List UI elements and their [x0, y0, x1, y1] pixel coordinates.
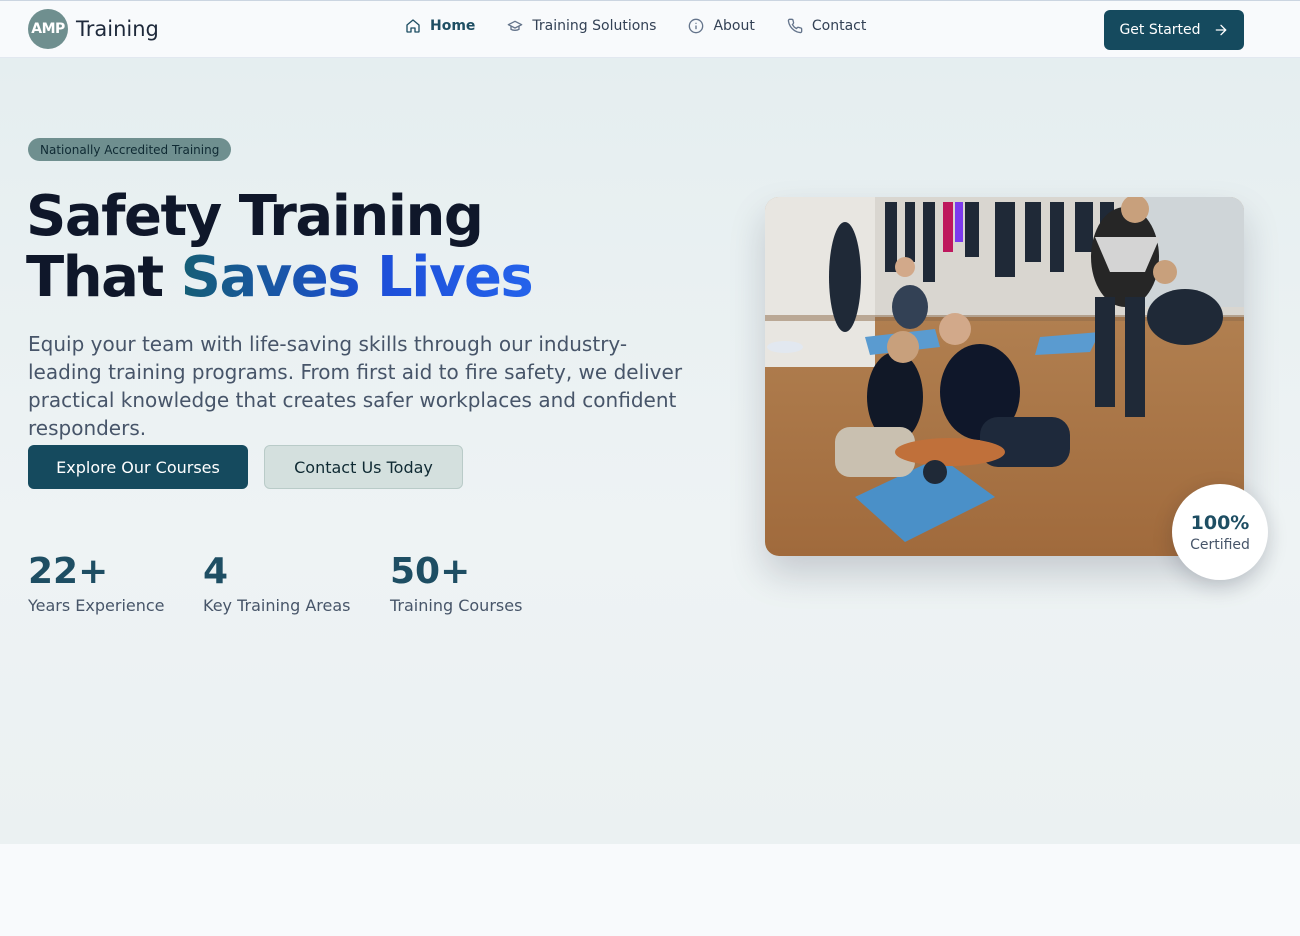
logo[interactable]: AMP Training	[28, 9, 159, 49]
nav-home-label: Home	[430, 18, 476, 34]
accreditation-badge: Nationally Accredited Training	[28, 138, 232, 161]
headline-highlight: Saves Lives	[180, 245, 534, 310]
logo-text: Training	[76, 17, 159, 41]
headline-line-2-prefix: That	[26, 245, 181, 310]
arrow-right-icon	[1215, 24, 1226, 36]
nav-about-label: About	[713, 18, 755, 34]
stat-training-courses: 50+ Training Courses	[390, 550, 522, 615]
stat-value: 22+	[28, 551, 109, 592]
stat-training-areas: 4 Key Training Areas	[203, 550, 350, 615]
stat-label: Years Experience	[28, 596, 165, 615]
nav-contact[interactable]: Contact	[787, 18, 866, 34]
logo-badge: AMP	[28, 9, 68, 49]
graduation-cap-icon	[508, 20, 523, 31]
cpr-training-photo	[765, 197, 1244, 556]
hero-section: Nationally Accredited Training Safety Tr…	[0, 58, 1300, 844]
nav-contact-label: Contact	[811, 18, 867, 34]
stat-value: 50+	[390, 551, 471, 592]
get-started-label: Get Started	[1119, 22, 1201, 38]
nav-home[interactable]: Home	[405, 18, 475, 34]
certified-label: Certified	[1190, 536, 1250, 553]
get-started-button[interactable]: Get Started	[1104, 10, 1244, 50]
certified-value: 100%	[1190, 511, 1250, 534]
info-icon	[689, 18, 704, 34]
home-icon	[406, 19, 420, 33]
nav-training-solutions-label: Training Solutions	[532, 18, 657, 34]
certified-badge: 100% Certified	[1172, 484, 1268, 580]
main-nav: Home Training Solutions About Contact	[405, 18, 898, 34]
explore-courses-button[interactable]: Explore Our Courses	[28, 445, 248, 489]
nav-training-solutions[interactable]: Training Solutions	[507, 18, 656, 34]
phone-icon	[787, 18, 803, 34]
hero-headline: Safety Training That Saves Lives	[26, 186, 726, 308]
stat-label: Training Courses	[390, 596, 523, 615]
hero-image	[765, 197, 1244, 556]
hero-subtitle: Equip your team with life-saving skills …	[28, 332, 683, 440]
nav-about[interactable]: About	[688, 18, 755, 34]
contact-us-button[interactable]: Contact Us Today	[264, 445, 463, 489]
top-navbar: AMP Training Home Training Solutions Abo…	[0, 0, 1300, 58]
stat-label: Key Training Areas	[203, 596, 351, 615]
headline-line-1: Safety Training	[26, 184, 484, 249]
stat-years-experience: 22+ Years Experience	[28, 550, 165, 615]
stat-value: 4	[203, 551, 229, 592]
